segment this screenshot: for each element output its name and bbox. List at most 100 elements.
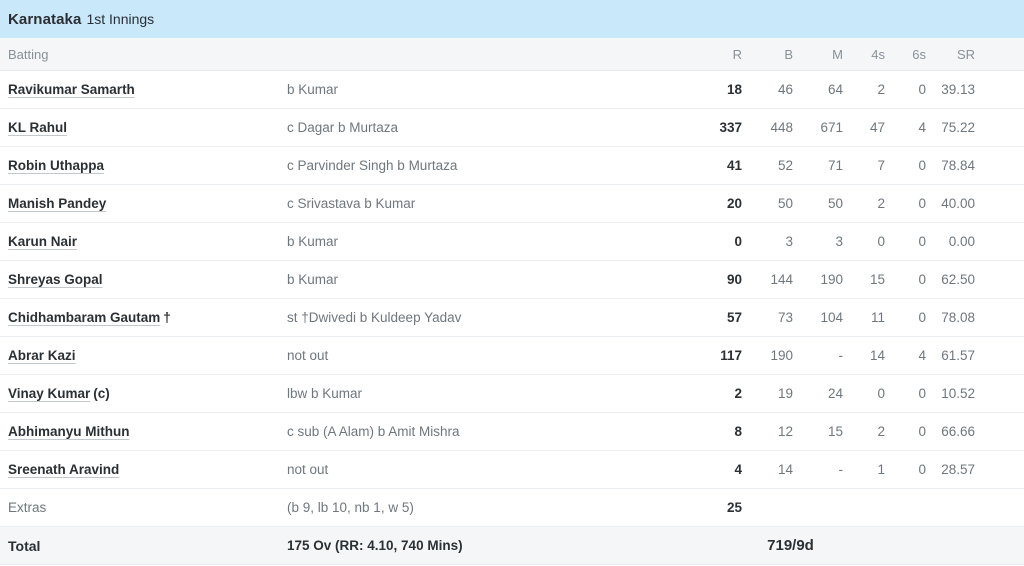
table-row: Sreenath Aravind not out 4 14 - 1 0 28.57 [0,451,1024,489]
batsman-minutes: 24 [827,386,843,401]
dismissal-text: not out [287,348,329,363]
batsman-balls: 448 [770,120,793,135]
batsman-name-link[interactable]: Robin Uthappa [8,158,104,173]
dismissal-text: st †Dwivedi b Kuldeep Yadav [287,310,462,325]
innings-header: Karnataka 1st Innings [0,0,1024,38]
batsman-name-link[interactable]: Chidhambaram Gautam [8,310,160,325]
batsman-minutes: 3 [835,234,843,249]
batsman-fours: 11 [870,310,885,325]
table-row: Karun Nair b Kumar 0 3 3 0 0 0.00 [0,223,1024,261]
batsman-balls: 14 [777,462,793,477]
batsman-runs: 337 [719,120,742,135]
batsman-name-cell: Manish Pandey [0,196,287,211]
batsman-sixes: 0 [918,310,926,325]
dismissal-cell: not out [287,348,687,363]
total-score-cell: 719/9d [687,537,894,554]
batsman-minutes: 64 [827,82,843,97]
batsman-fours: 2 [877,196,885,211]
batsman-name-link[interactable]: Abhimanyu Mithun [8,424,130,439]
batsman-runs: 4 [734,462,742,477]
column-header-strike-rate[interactable]: SR [926,47,987,62]
batsman-strike-rate: 78.08 [941,310,975,325]
batsman-strike-rate: 39.13 [941,82,975,97]
column-header-sixes[interactable]: 6s [885,47,926,62]
batsman-sixes: 0 [918,272,926,287]
batsman-strike-rate: 78.84 [941,158,975,173]
dismissal-text: lbw b Kumar [287,386,363,401]
column-header-fours[interactable]: 4s [843,47,885,62]
table-row: Chidhambaram Gautam † st †Dwivedi b Kuldee… [0,299,1024,337]
table-row: KL Rahul c Dagar b Murtaza 337 448 671 47 4 75.… [0,109,1024,147]
batsman-name-link[interactable]: Shreyas Gopal [8,272,103,287]
column-header-batting: Batting [8,46,49,62]
batsman-fours: 0 [877,234,885,249]
batsman-name-link[interactable]: Karun Nair [8,234,77,249]
batsman-fours: 7 [877,158,885,173]
batsman-minutes: 50 [827,196,843,211]
extras-row: Extras (b 9, lb 10, nb 1, w 5) 25 [0,489,1024,527]
dismissal-text: c Parvinder Singh b Murtaza [287,158,458,173]
extras-label: Extras [8,500,47,515]
batsman-name-cell: KL Rahul [0,120,287,135]
batsman-name-link[interactable]: Manish Pandey [8,196,106,211]
dismissal-cell: b Kumar [287,272,687,287]
dismissal-cell: b Kumar [287,234,687,249]
batsman-strike-rate: 28.57 [941,462,975,477]
dismissal-text: c Dagar b Murtaza [287,120,399,135]
dismissal-cell: c Dagar b Murtaza [287,120,687,135]
batsman-name-link[interactable]: Sreenath Aravind [8,462,119,477]
batsman-strike-rate: 0.00 [948,234,975,249]
batsman-name-cell: Vinay Kumar (c) [0,386,287,401]
table-row: Shreyas Gopal b Kumar 90 144 190 15 0 62.50 [0,261,1024,299]
batsman-name-link[interactable]: Abrar Kazi [8,348,76,363]
column-header-minutes[interactable]: M [793,47,843,62]
batsman-name-link[interactable]: Ravikumar Samarth [8,82,135,97]
total-score: 719/9d [767,537,814,554]
batsman-name-cell: Shreyas Gopal [0,272,287,287]
batsman-runs: 117 [720,348,742,363]
batsman-balls: 12 [777,424,793,439]
batsman-minutes: 190 [820,272,843,287]
batsman-name-cell: Abhimanyu Mithun [0,424,287,439]
batsman-sixes: 0 [918,196,926,211]
batsman-minutes: 71 [827,158,843,173]
batsman-balls: 46 [777,82,793,97]
batsman-balls: 73 [777,310,793,325]
extras-breakdown: (b 9, lb 10, nb 1, w 5) [287,500,414,515]
batsman-fours: 14 [869,348,885,363]
column-header-runs[interactable]: R [687,47,742,62]
table-row: Abhimanyu Mithun c sub (A Alam) b Amit Mi… [0,413,1024,451]
batsman-strike-rate: 75.22 [941,120,975,135]
total-overs: 175 Ov (RR: 4.10, 740 Mins) [287,538,463,553]
total-label: Total [8,537,41,554]
wicketkeeper-marker: † [163,310,171,325]
table-row: Ravikumar Samarth b Kumar 18 46 64 2 0 39.13 [0,71,1024,109]
batsman-runs: 57 [726,310,742,325]
batsman-minutes: 15 [827,424,843,439]
batsman-strike-rate: 10.52 [941,386,975,401]
batsman-name-cell: Abrar Kazi [0,348,287,363]
batsman-fours: 2 [877,424,885,439]
dismissal-cell: c Srivastava b Kumar [287,196,687,211]
total-overs-cell: 175 Ov (RR: 4.10, 740 Mins) [287,538,687,553]
batsman-sixes: 4 [918,348,926,363]
column-header-balls[interactable]: B [742,47,793,62]
batsman-name-cell: Ravikumar Samarth [0,82,287,97]
batsman-runs: 41 [726,158,742,173]
table-row: Manish Pandey c Srivastava b Kumar 20 50 50 2… [0,185,1024,223]
dismissal-cell: c sub (A Alam) b Amit Mishra [287,424,687,439]
batsman-fours: 1 [877,462,885,477]
dismissal-text: b Kumar [287,82,339,97]
batsman-name-link[interactable]: KL Rahul [8,120,67,135]
batsman-runs: 20 [726,196,742,211]
batsman-fours: 15 [869,272,885,287]
dismissal-text: b Kumar [287,234,339,249]
batsman-balls: 144 [770,272,793,287]
batsman-strike-rate: 40.00 [941,196,975,211]
batsman-runs: 2 [734,386,742,401]
batsman-name-link[interactable]: Vinay Kumar [8,386,90,401]
batsman-sixes: 0 [918,82,926,97]
innings-label: 1st Innings [86,11,155,27]
batsman-minutes: - [838,462,844,477]
captain-marker: (c) [93,386,110,401]
